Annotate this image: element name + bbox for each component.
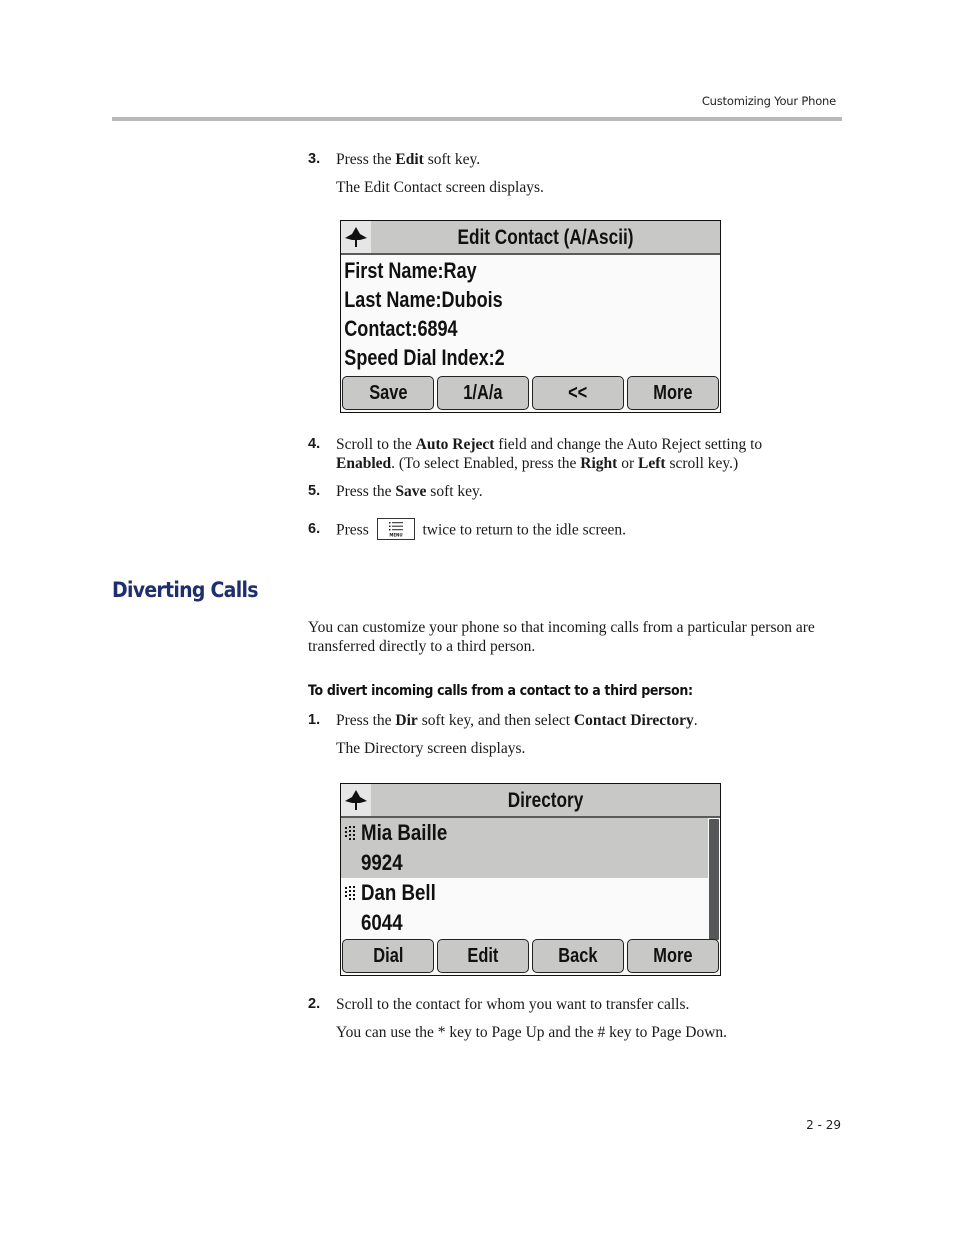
field-label: First Name:	[344, 258, 444, 283]
text-run: Press the	[336, 483, 396, 500]
emphasis-text: Dir	[395, 712, 418, 729]
field-last-name: Last Name:Dubois	[341, 285, 652, 314]
step-text: Press the Save soft key.	[336, 482, 816, 501]
navigation-arrow-icon	[341, 221, 371, 253]
softkey-label: 1/A/a	[463, 381, 503, 404]
softkey-label: More	[653, 381, 693, 404]
softkey-label: <<	[568, 381, 588, 404]
text-run: field and change the Auto Reject setting…	[494, 436, 763, 453]
text-run: Press the	[336, 151, 396, 168]
lcd-title-bar: Directory	[341, 784, 720, 818]
softkey-more[interactable]: More	[627, 376, 719, 410]
text-run: Press the	[336, 712, 396, 729]
softkey-more[interactable]: More	[627, 939, 719, 973]
directory-caption: The Directory screen displays.	[336, 740, 526, 757]
entry-number: 9924	[361, 850, 403, 875]
edit-contact-caption: The Edit Contact screen displays.	[336, 179, 544, 196]
text-run: Scroll to the	[336, 436, 416, 453]
navigation-arrow-icon	[341, 784, 371, 816]
directory-screenshot: Directory Mia Baille 9924 Dan Bell 6044 …	[340, 783, 721, 976]
softkey-save[interactable]: Save	[342, 376, 434, 410]
step-text-before: Press	[336, 521, 369, 539]
field-value: Dubois	[441, 287, 503, 312]
step-4: 4. Scroll to the Auto Reject field and c…	[308, 435, 808, 475]
directory-entry[interactable]: Mia Baille 9924	[341, 818, 708, 878]
procedure-heading: To divert incoming calls from a contact …	[308, 683, 693, 699]
entry-name: Mia Baille	[361, 820, 448, 845]
field-value: Ray	[443, 258, 477, 283]
keypad-grip-icon	[345, 886, 355, 900]
emphasis-text: Right	[580, 455, 618, 472]
emphasis-text: Contact Directory	[573, 712, 694, 729]
step-number: 6.	[308, 521, 321, 537]
step-number: 4.	[308, 436, 321, 452]
running-head: Customizing Your Phone	[701, 94, 836, 108]
section-heading: Diverting Calls	[112, 578, 258, 602]
section-intro: You can customize your phone so that inc…	[308, 619, 815, 655]
text-run: scroll key.)	[665, 455, 739, 472]
edit-contact-screenshot: Edit Contact (A/Ascii) First Name:Ray La…	[340, 220, 721, 413]
field-label: Last Name:	[344, 287, 442, 312]
softkey-dial[interactable]: Dial	[342, 939, 434, 973]
field-label: Contact:	[344, 316, 418, 341]
step-number: 2.	[308, 996, 321, 1012]
field-speed-dial-index: Speed Dial Index:2	[341, 343, 652, 372]
step-number: 3.	[308, 151, 321, 167]
contact-fields: First Name:Ray Last Name:Dubois Contact:…	[341, 255, 720, 372]
step-text: Scroll to the Auto Reject field and chan…	[336, 435, 816, 473]
emphasis-text: Enabled	[336, 455, 392, 472]
step-2-note: You can use the * key to Page Up and the…	[336, 1024, 728, 1041]
screen-title: Edit Contact (A/Ascii)	[457, 226, 634, 249]
header-rule	[112, 117, 842, 121]
softkey-backspace[interactable]: <<	[532, 376, 624, 410]
text-run: soft key.	[423, 151, 481, 168]
menu-key-icon: MENU	[376, 518, 415, 540]
step-number: 1.	[308, 712, 321, 728]
keypad-grip-icon	[345, 826, 355, 840]
softkey-bar: Dial Edit Back More	[341, 939, 720, 975]
softkey-label: Edit	[467, 944, 499, 967]
screen-title: Directory	[507, 789, 584, 812]
field-contact: Contact:6894	[341, 314, 652, 343]
softkey-bar: Save 1/A/a << More	[341, 376, 720, 412]
softkey-label: More	[653, 944, 693, 967]
field-first-name: First Name:Ray	[341, 256, 652, 285]
text-run: soft key.	[426, 483, 483, 500]
directory-entry[interactable]: Dan Bell 6044	[341, 878, 708, 938]
field-label: Speed Dial Index:	[344, 345, 495, 370]
page-number: 2 - 29	[806, 1118, 841, 1132]
step-text-after: twice to return to the idle screen.	[422, 521, 627, 539]
field-value: 6894	[417, 316, 458, 341]
step-number: 5.	[308, 483, 321, 499]
emphasis-text: Save	[395, 483, 427, 500]
svg-text:MENU: MENU	[389, 533, 402, 538]
scrollbar[interactable]	[709, 819, 719, 940]
step-text: Press MENU twice to return to the idle s…	[336, 518, 816, 542]
lcd-title-bar: Edit Contact (A/Ascii)	[341, 221, 720, 255]
softkey-label: Back	[558, 944, 598, 967]
entry-name: Dan Bell	[361, 880, 436, 905]
softkey-input-mode[interactable]: 1/A/a	[437, 376, 529, 410]
text-run: or	[617, 455, 639, 472]
text-run: . (To select Enabled, press the	[391, 455, 581, 472]
emphasis-text: Auto Reject	[415, 436, 495, 453]
step-text: Press the Edit soft key.	[336, 150, 816, 169]
softkey-back[interactable]: Back	[532, 939, 624, 973]
softkey-label: Save	[368, 381, 408, 404]
text-run: soft key, and then select	[417, 712, 574, 729]
entry-number: 6044	[361, 910, 403, 935]
field-value: 2	[494, 345, 505, 370]
step-text: Press the Dir soft key, and then select …	[336, 711, 816, 730]
emphasis-text: Edit	[395, 151, 424, 168]
softkey-label: Dial	[372, 944, 404, 967]
softkey-edit[interactable]: Edit	[437, 939, 529, 973]
step-text: Scroll to the contact for whom you want …	[336, 996, 690, 1013]
text-run: .	[693, 712, 698, 729]
emphasis-text: Left	[638, 455, 666, 472]
